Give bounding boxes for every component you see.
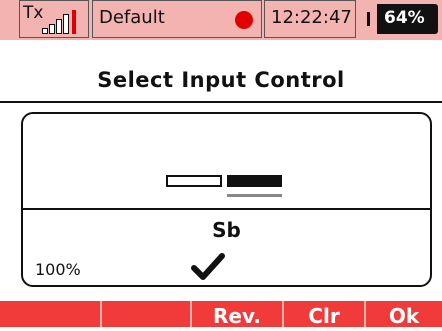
signal-bars-icon xyxy=(42,10,82,34)
input-indicator-left xyxy=(166,175,222,187)
time-text: 12:22:47 xyxy=(271,7,352,28)
clock: 12:22:47 xyxy=(264,0,356,38)
status-bar: Tx Default 12:22:47 64% xyxy=(0,0,442,40)
battery-percent: 64% xyxy=(384,8,425,28)
input-value: 100% xyxy=(35,260,81,279)
softkey-2[interactable] xyxy=(100,301,190,327)
softkey-1[interactable] xyxy=(0,301,100,327)
reverse-button[interactable]: Rev. xyxy=(190,301,282,328)
transmitter-status: Tx xyxy=(19,0,89,38)
input-indicator-underline xyxy=(227,194,282,197)
battery-empty-area xyxy=(370,4,377,34)
clear-button[interactable]: Clr xyxy=(282,301,364,328)
record-dot-icon xyxy=(235,11,253,29)
tx-label: Tx xyxy=(23,3,44,23)
title-divider xyxy=(0,101,442,103)
profile-status[interactable]: Default xyxy=(92,0,262,38)
panel-divider xyxy=(23,208,430,210)
input-name: Sb xyxy=(212,218,241,242)
softkey-bar: Rev. Clr Ok xyxy=(0,301,442,328)
input-indicator-right xyxy=(227,175,282,187)
page-title: Select Input Control xyxy=(97,68,345,92)
ok-button[interactable]: Ok xyxy=(364,301,442,328)
checkmark-icon xyxy=(191,253,225,280)
input-control-panel: Sb 100% xyxy=(21,112,432,287)
profile-name: Default xyxy=(99,7,165,28)
